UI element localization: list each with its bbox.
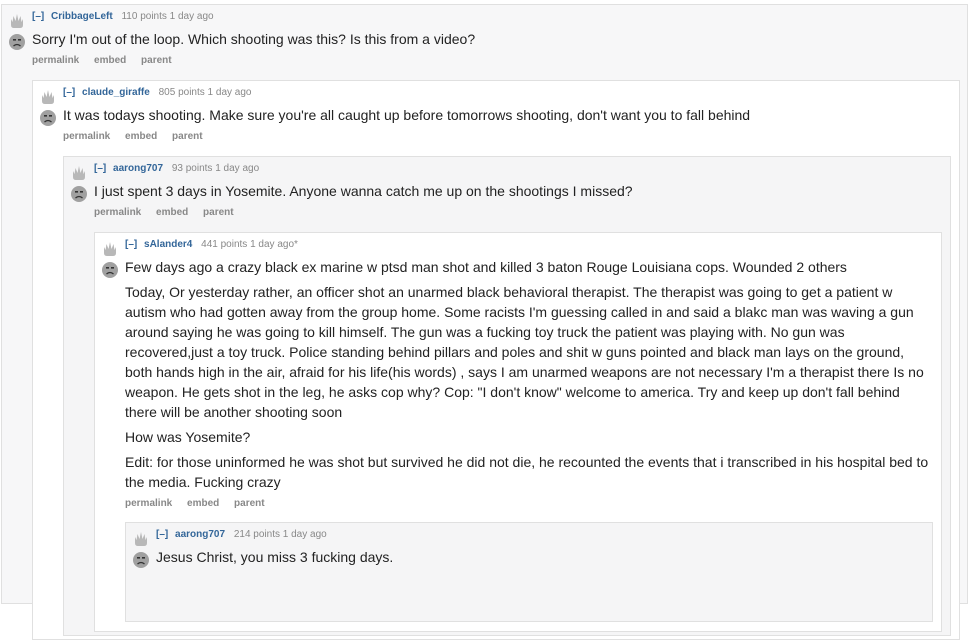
comment-tagline: [–] CribbageLeft 110 points 1 day ago — [32, 11, 214, 22]
comment-paragraph: Sorry I'm out of the loop. Which shootin… — [32, 31, 476, 47]
sad-face-downvote-icon[interactable] — [132, 551, 150, 569]
comment: [–] aarong707 214 points 1 day ago Jesus… — [125, 522, 933, 622]
comment-body: It was todays shooting. Make sure you're… — [63, 105, 750, 130]
permalink-button[interactable]: permalink — [63, 131, 110, 142]
permalink-button[interactable]: permalink — [125, 498, 172, 509]
comment-thread: [–] CribbageLeft 110 points 1 day ago So… — [0, 0, 968, 640]
sad-face-downvote-icon[interactable] — [8, 33, 26, 51]
comment-tagline: [–] aarong707 214 points 1 day ago — [156, 529, 327, 540]
comment-paragraph: Edit: for those uninformed he was shot b… — [125, 454, 929, 490]
comment-actions: permalink embed parent — [125, 498, 277, 509]
collapse-toggle[interactable]: [–] — [32, 11, 44, 22]
comment-actions: permalink embed parent — [32, 55, 184, 66]
comment-paragraph: Today, Or yesterday rather, an officer s… — [125, 284, 924, 420]
parent-button[interactable]: parent — [172, 131, 203, 142]
collapse-toggle[interactable]: [–] — [94, 163, 106, 174]
comment-body: Few days ago a crazy black ex marine w p… — [125, 257, 933, 497]
embed-button[interactable]: embed — [156, 207, 188, 218]
comment-time: 1 day ago — [169, 11, 214, 22]
comment-score: 214 points — [233, 529, 280, 540]
comment-paragraph: Few days ago a crazy black ex marine w p… — [125, 259, 847, 275]
comment-score: 93 points — [171, 163, 213, 174]
parent-button[interactable]: parent — [234, 498, 265, 509]
comment-score: 110 points — [121, 11, 167, 22]
comment-paragraph: I just spent 3 days in Yosemite. Anyone … — [94, 183, 633, 199]
flame-upvote-icon[interactable] — [132, 529, 150, 547]
comment-actions: permalink embed parent — [94, 207, 246, 218]
comment-time: 1 day ago — [215, 163, 260, 174]
comment-paragraph: How was Yosemite? — [125, 429, 251, 445]
author-link[interactable]: CribbageLeft — [51, 11, 113, 22]
comment-actions: permalink embed parent — [63, 131, 215, 142]
collapse-toggle[interactable]: [–] — [125, 239, 137, 250]
comment-tagline: [–] claude_giraffe 805 points 1 day ago — [63, 87, 251, 98]
permalink-button[interactable]: permalink — [32, 55, 79, 66]
author-link[interactable]: aarong707 — [175, 529, 225, 540]
comment-paragraph: Jesus Christ, you miss 3 fucking days. — [156, 549, 394, 565]
vote-column — [8, 9, 28, 51]
comment-score: 805 points — [158, 87, 205, 98]
permalink-button[interactable]: permalink — [94, 207, 141, 218]
flame-upvote-icon[interactable] — [8, 11, 26, 29]
comment-paragraph: It was todays shooting. Make sure you're… — [63, 107, 751, 123]
comment-tagline: [–] sAlander4 441 points 1 day ago* — [125, 239, 298, 250]
vote-column — [39, 85, 59, 127]
collapse-toggle[interactable]: [–] — [63, 87, 75, 98]
sad-face-downvote-icon[interactable] — [70, 185, 88, 203]
author-link[interactable]: sAlander4 — [144, 239, 192, 250]
collapse-toggle[interactable]: [–] — [156, 529, 168, 540]
embed-button[interactable]: embed — [94, 55, 126, 66]
comment-tagline: [–] aarong707 93 points 1 day ago — [94, 163, 259, 174]
vote-column — [70, 161, 90, 203]
flame-upvote-icon[interactable] — [39, 87, 57, 105]
parent-button[interactable]: parent — [141, 55, 172, 66]
embed-button[interactable]: embed — [187, 498, 219, 509]
author-link[interactable]: aarong707 — [113, 163, 163, 174]
comment-body: I just spent 3 days in Yosemite. Anyone … — [94, 181, 633, 206]
author-link[interactable]: claude_giraffe — [82, 87, 150, 98]
sad-face-downvote-icon[interactable] — [101, 261, 119, 279]
sad-face-downvote-icon[interactable] — [39, 109, 57, 127]
vote-column — [101, 237, 121, 279]
vote-column — [132, 527, 152, 569]
comment-time: 1 day ago — [282, 529, 327, 540]
comment-time: 1 day ago* — [250, 239, 298, 250]
comment-time: 1 day ago — [207, 87, 252, 98]
comment-body: Sorry I'm out of the loop. Which shootin… — [32, 29, 475, 54]
comment-body: Jesus Christ, you miss 3 fucking days. — [156, 547, 393, 572]
flame-upvote-icon[interactable] — [70, 163, 88, 181]
flame-upvote-icon[interactable] — [101, 239, 119, 257]
embed-button[interactable]: embed — [125, 131, 157, 142]
comment-score: 441 points — [201, 239, 248, 250]
parent-button[interactable]: parent — [203, 207, 234, 218]
